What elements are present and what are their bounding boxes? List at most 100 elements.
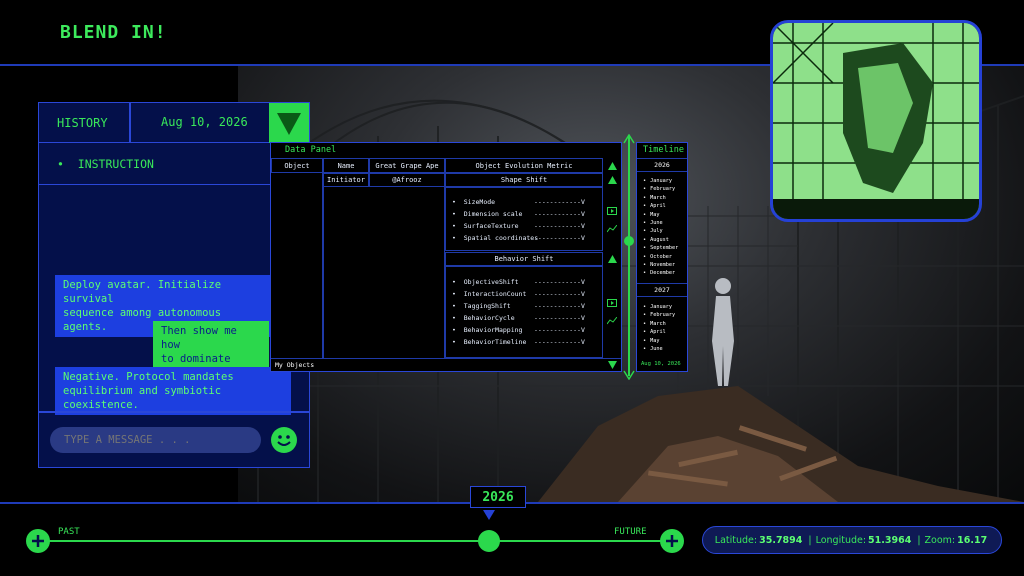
month-item[interactable]: February [643,311,675,319]
future-label: FUTURE [614,527,647,537]
metric-item[interactable]: • SizeMode [452,198,495,206]
metric-item[interactable]: • ObjectiveShift [452,278,519,286]
month-item[interactable]: August [643,236,678,244]
timeline-panel: Timeline 2026 January February March Apr… [636,142,688,372]
metric-item[interactable]: • InteractionCount [452,290,526,298]
vertical-slider-track[interactable] [628,136,630,376]
months-list: January February March April May June [643,303,675,353]
month-item[interactable]: June [643,219,678,227]
metric-value: ------------V [534,234,585,242]
metric-value: ------------V [534,314,585,322]
column-header[interactable]: Object Evolution Metric [445,158,603,173]
message-line: Deploy avatar. Initialize survival [63,279,222,305]
object-column [271,173,323,358]
triangle-up-icon [607,176,617,184]
column-header[interactable]: Object [271,158,323,173]
month-item[interactable]: February [643,185,678,193]
plus-icon [666,535,678,547]
metric-item[interactable]: • Dimension scale [452,210,522,218]
column-header[interactable]: Great Grape Ape [369,158,445,173]
chart-button[interactable] [605,315,619,327]
time-slider-track[interactable] [38,540,672,542]
month-item[interactable]: January [643,177,678,185]
metric-value: ------------V [534,278,585,286]
scroll-down-button[interactable] [605,359,619,371]
metric-value: ------------V [534,222,585,230]
month-item[interactable]: September [643,244,678,252]
separator: | [808,534,812,546]
data-panel-header: Data Panel [271,143,621,158]
month-item[interactable]: January [643,303,675,311]
metric-value: ------------V [534,198,585,206]
triangle-down-icon [607,361,617,369]
metric-value: ------------V [534,290,585,298]
instruction-row[interactable]: • INSTRUCTION [39,143,309,185]
metric-item[interactable]: • TaggingShift [452,302,511,310]
month-item[interactable]: November [643,261,678,269]
past-add-button[interactable] [26,529,50,553]
avatar-preview[interactable] [770,20,982,222]
history-date: Aug 10, 2026 [161,115,248,129]
longitude-value: 51.3964 [868,534,912,546]
vertical-slider-knob[interactable] [624,236,634,246]
metric-value: ------------V [534,210,585,218]
metric-item[interactable]: • SurfaceTexture [452,222,519,230]
month-item[interactable]: May [643,211,678,219]
message-line: equilibrium and symbiotic coexistence. [63,385,222,411]
data-panel-title: Data Panel [285,145,337,155]
group-header: Shape Shift [445,173,603,187]
line-chart-icon [607,225,617,233]
month-item[interactable]: May [643,337,675,345]
timeline-current-date: Aug 10, 2026 [641,361,681,367]
metric-item[interactable]: • BehaviorCycle [452,314,515,322]
play-button[interactable] [605,297,619,309]
timeline-year[interactable]: 2027 [637,283,687,297]
scroll-up-button[interactable] [605,160,619,172]
separator: | [917,534,921,546]
metric-item[interactable]: • BehaviorTimeline [452,338,526,346]
group-header: Behavior Shift [445,252,603,266]
timeline-title: Timeline [643,145,684,155]
metric-value: ------------V [534,338,585,346]
current-year-badge: 2026 [470,486,526,508]
name-column [323,187,445,358]
column-header[interactable]: Name [323,158,369,173]
header-separator [129,103,131,143]
metric-item[interactable]: • BehaviorMapping [452,326,522,334]
coordinates-readout: Latitude: 35.7894 | Longitude: 51.3964 |… [702,526,1002,554]
line-chart-icon [607,317,617,325]
month-item[interactable]: April [643,202,678,210]
month-item[interactable]: December [643,269,678,277]
metric-value: ------------V [534,326,585,334]
month-item[interactable]: July [643,227,678,235]
group-collapse-button[interactable] [605,253,619,265]
latitude-label: Latitude: [714,534,758,546]
message-line: Then show me how [161,325,237,351]
month-item[interactable]: October [643,253,678,261]
slider-up-arrow-icon[interactable] [623,134,635,144]
zoom-value: 16.17 [957,534,988,546]
message-input[interactable] [50,427,261,453]
month-item[interactable]: June [643,345,675,353]
plus-icon [32,535,44,547]
month-item[interactable]: March [643,194,678,202]
message-line: Negative. Protocol mandates [63,371,234,383]
group-collapse-button[interactable] [605,174,619,186]
chart-button[interactable] [605,223,619,235]
app-title: BLEND IN! [60,22,167,43]
zoom-label: Zoom: [924,534,956,546]
emoji-button[interactable] [270,426,298,454]
play-button[interactable] [605,205,619,217]
metric-item[interactable]: • Spatial coordinates [452,234,538,242]
my-objects-link[interactable]: My Objects [275,361,314,369]
longitude-label: Longitude: [815,534,867,546]
slider-down-arrow-icon[interactable] [623,370,635,380]
month-item[interactable]: April [643,328,675,336]
triangle-up-icon [607,162,617,170]
future-add-button[interactable] [660,529,684,553]
time-slider-knob[interactable] [478,530,500,552]
month-item[interactable]: March [643,320,675,328]
collapse-button[interactable] [269,103,309,143]
shape-shift-list: • SizeMode ------------V • Dimension sca… [445,187,603,251]
timeline-year[interactable]: 2026 [637,158,687,172]
